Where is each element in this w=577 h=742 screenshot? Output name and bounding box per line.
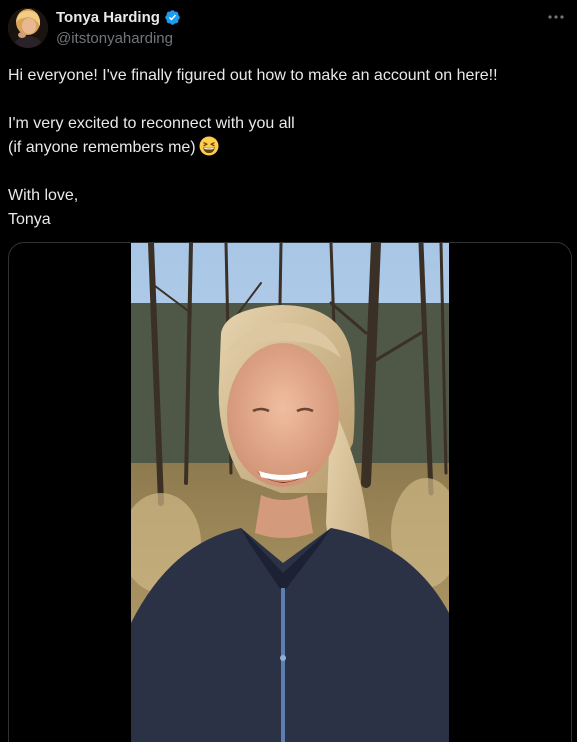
author-display-name[interactable]: Tonya Harding: [56, 9, 160, 26]
tweet-line: Tonya: [8, 211, 51, 228]
media-container[interactable]: [8, 242, 572, 742]
video-thumbnail[interactable]: [131, 243, 449, 742]
tweet-line-text: (if anyone remembers me): [8, 139, 196, 156]
tweet-text: Hi everyone! I've finally figured out ho…: [8, 64, 568, 232]
tweet-card[interactable]: Tonya Harding @itstonyaharding Hi everyo…: [0, 0, 577, 742]
verified-badge-icon[interactable]: [164, 9, 181, 26]
more-options-icon[interactable]: [545, 8, 567, 26]
grinning-squinting-face-emoji-icon: [199, 136, 219, 156]
author-handle[interactable]: @itstonyaharding: [56, 30, 173, 47]
tweet-line: Hi everyone! I've finally figured out ho…: [8, 67, 498, 84]
tweet-line: (if anyone remembers me): [8, 136, 568, 160]
author-name-row[interactable]: Tonya Harding: [56, 9, 181, 26]
tweet-line: I'm very excited to reconnect with you a…: [8, 115, 295, 132]
author-avatar[interactable]: [8, 8, 48, 48]
tweet-line: With love,: [8, 187, 79, 204]
